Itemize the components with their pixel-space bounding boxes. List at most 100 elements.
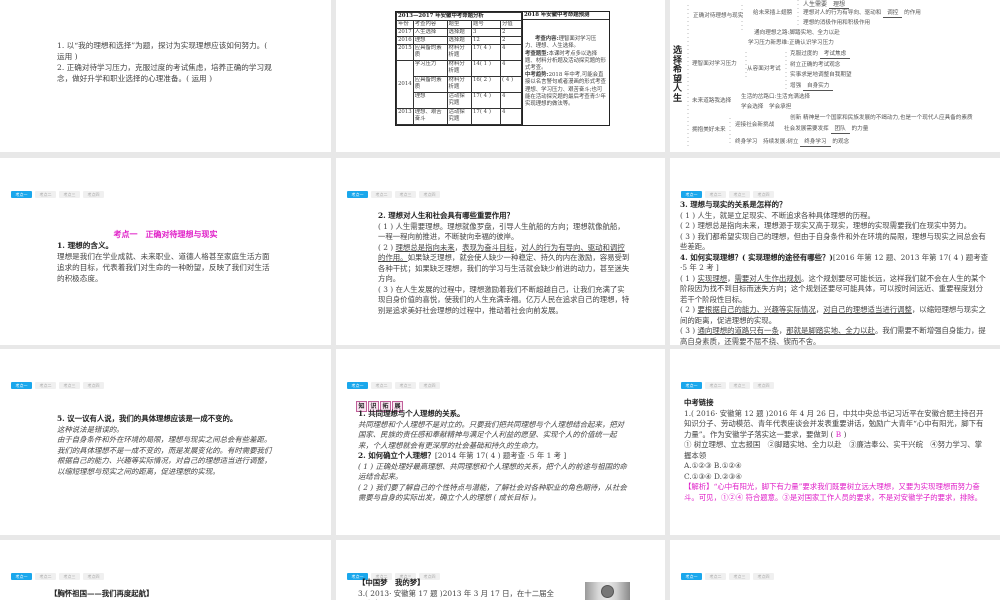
slide-r1c1[interactable]: 1. 以“我的理想和选择”为题，探讨为实现理想应该如何努力。( 运用 ) 2. 正… xyxy=(0,0,331,152)
paragraph: ( 3 ) 我们都希望实现自己的理想，但由于自身条件和外在环境的局限，理想与现实… xyxy=(680,232,990,253)
tab-kaodian-2[interactable]: 考点二 xyxy=(371,382,392,389)
underlined-text: 需要对人生作出规划 xyxy=(734,273,802,283)
tab-kaodian-4[interactable]: 考点四 xyxy=(419,191,440,198)
slide-r4c3[interactable]: 考点一 考点二 考点三 考点四 xyxy=(670,540,1000,600)
tab-kaodian-2[interactable]: 考点二 xyxy=(35,191,56,198)
tab-kaodian-3[interactable]: 考点三 xyxy=(729,191,750,198)
tab-kaodian-1[interactable]: 考点一 xyxy=(681,191,702,198)
slide-r2c2[interactable]: 考点一 考点二 考点三 考点四 2. 理想对人生和社会具有哪些重要作用？ ( 1 ) 人… xyxy=(336,158,665,345)
underlined-text: 通向理想的道路只有一条 xyxy=(697,326,779,335)
table-row: 2017 人生选择 选择题 3 2 xyxy=(396,28,522,37)
tab-kaodian-4[interactable]: 考点四 xyxy=(753,382,774,389)
tab-kaodian-1[interactable]: 考点一 xyxy=(11,191,32,198)
paragraph: ( 1 ) 人生，就是立足现实、不断追求各种具体理想的历程。 xyxy=(680,211,990,222)
tab-kaodian-4[interactable]: 考点四 xyxy=(83,382,104,389)
slide-text: 1. 以“我的理想和选择”为题，探讨为实现理想应该如何努力。( 运用 ) 2. 正… xyxy=(57,40,275,84)
slide-r2c1[interactable]: 考点一 考点二 考点三 考点四 考点一 正确对待理想与现实 1. 理想的含义。 理想是我… xyxy=(0,158,331,345)
paragraph: ( 3 ) 通向理想的道路只有一条，那就是脚踏实地、全力以赴。我们需要不断增强自… xyxy=(680,326,990,345)
slide-r4c2[interactable]: 考点一 考点二 考点三 考点四 【中国梦 我的梦】 3.( 2013· 安徽第 17 题… xyxy=(336,540,665,600)
paragraph: 【胸怀祖国——我们再度起航】 xyxy=(50,589,300,600)
paragraph: ( 1 ) 人生需要理想。理想就像罗盘，引导人生航船的方向；理想就像航船，一程一… xyxy=(378,222,630,243)
slide-r1c3[interactable] xyxy=(670,0,1000,152)
tab-kaodian-4[interactable]: 考点四 xyxy=(83,191,104,198)
paragraph: 1. 以“我的理想和选择”为题，探讨为实现理想应该如何努力。( 运用 ) xyxy=(57,40,275,62)
paragraph: 这种说法是错误的。 xyxy=(57,425,273,436)
slide-r3c1[interactable]: 考点一 考点二 考点三 考点四 5. 议一议有人说，我们的具体理想应该是一成不变的。这… xyxy=(0,349,331,535)
paragraph: ( 1 ) 正确处理好最高理想、共同理想和个人理想的关系，把个人的前途与祖国的命… xyxy=(358,462,630,483)
text-segment: ( 2 ) xyxy=(378,242,396,252)
text-segment: 2. 正确对待学习压力，克服过度的考试焦虑，培养正确的学习观念，做好升学和职业选… xyxy=(57,63,272,83)
tab-kaodian-3[interactable]: 考点三 xyxy=(59,382,80,389)
slide-text: 1. 共同理想与个人理想的关系。 共同理想和个人理想不是对立的。只要我们把共同理想… xyxy=(358,409,630,504)
slide-r2c3[interactable]: 考点一 考点二 考点三 考点四 3. 理想与现实的关系是怎样的？ ( 1 ) 人生，就是… xyxy=(670,158,1000,345)
text-segment: 共同理想和个人理想不是对立的。只要我们把共同理想与个人理想结合起来，把对国家、民… xyxy=(358,419,625,450)
slide-r1c2[interactable]: 2013—2017 年安徽中考命题分析 年份 考查内容 题型 题号 分值 201… xyxy=(336,0,665,152)
tab-kaodian-4[interactable]: 考点四 xyxy=(419,382,440,389)
tab-bar: 考点一 考点二 考点三 考点四 xyxy=(11,573,104,580)
tab-kaodian-1[interactable]: 考点一 xyxy=(11,573,32,580)
tab-kaodian-1[interactable]: 考点一 xyxy=(11,382,32,389)
paragraph: 2. 正确对待学习压力，克服过度的考试焦虑，培养正确的学习观念，做好升学和职业选… xyxy=(57,62,275,84)
slide-text: 中考链接 1.( 2016· 安徽第 12 题 )2016 年 4 月 26 日，… xyxy=(684,398,986,503)
paragraph: 2. 理想对人生和社会具有哪些重要作用？ xyxy=(378,211,630,222)
paragraph: C.①③④ D.②③④ xyxy=(684,472,986,483)
underlined-text: 表现为奋斗目标 xyxy=(462,242,514,252)
text-segment: 这种说法是错误的。 xyxy=(57,424,124,434)
tab-kaodian-2[interactable]: 考点二 xyxy=(705,191,726,198)
tab-kaodian-1[interactable]: 考点一 xyxy=(347,382,368,389)
paragraph: 由于自身条件和外在环境的局限，理想与现实之间总会有些差距。我们的具体理想不是一成… xyxy=(57,435,273,477)
paragraph: 4. 如何实现理想？( 实现理想的途径有哪些？)[2016 年第 12 题、20… xyxy=(680,253,990,274)
paragraph: ( 2 ) 理想总是指向未来，理想源于现实又高于现实，理想的实现需要我们在现实中… xyxy=(680,221,990,232)
paragraph: ( 3 ) 在人生发展的过程中，理想激励着我们不断超越自己，让我们充满了实现自身… xyxy=(378,285,630,317)
paragraph: 【中国梦 我的梦】 xyxy=(358,578,558,589)
tab-kaodian-2[interactable]: 考点二 xyxy=(705,382,726,389)
paragraph: A.①②③ B.①②④ xyxy=(684,461,986,472)
paragraph: 5. 议一议有人说，我们的具体理想应该是一成不变的。 xyxy=(57,414,273,425)
heading: 3. 理想与现实的关系是怎样的？ xyxy=(680,200,787,209)
table-row: 2015 应具备的素质 材料分析题 17( 4 ) 4 xyxy=(396,44,522,61)
tab-kaodian-4[interactable]: 考点四 xyxy=(753,573,774,580)
tab-kaodian-3[interactable]: 考点三 xyxy=(59,191,80,198)
tab-bar: 考点一 考点二 考点三 考点四 xyxy=(347,191,440,198)
highlight-text: 【解析】“心中有阳光，脚下有力量”要求我们既要树立远大理想，又要为实现理想而努力… xyxy=(684,482,982,502)
tab-kaodian-3[interactable]: 考点三 xyxy=(59,573,80,580)
text-segment: ) xyxy=(841,429,847,439)
table-row: 理想 活动探究题 17( 4 ) 4 xyxy=(397,92,522,109)
tab-kaodian-2[interactable]: 考点二 xyxy=(705,573,726,580)
tab-kaodian-1[interactable]: 考点一 xyxy=(681,573,702,580)
underlined-text: 要根据自己的能力、兴趣等实际情况 xyxy=(697,305,816,314)
paragraph: ① 树立理想、立志报国 ②脚踏实地、全力以赴 ③廉洁奉公、实干兴皖 ④努力学习、… xyxy=(684,440,986,461)
table-row: 2016 理想 选择题 12 2 xyxy=(396,36,522,45)
tab-kaodian-3[interactable]: 考点三 xyxy=(729,573,750,580)
slide-text: 3. 理想与现实的关系是怎样的？ ( 1 ) 人生，就是立足现实、不断追求各种具体… xyxy=(680,200,990,345)
slide-text: 2. 理想对人生和社会具有哪些重要作用？ ( 1 ) 人生需要理想。理想就像罗盘，… xyxy=(378,211,630,316)
heading: 2. 理想对人生和社会具有哪些重要作用？ xyxy=(378,211,514,220)
tab-kaodian-2[interactable]: 考点二 xyxy=(371,191,392,198)
tab-kaodian-3[interactable]: 考点三 xyxy=(395,191,416,198)
tab-kaodian-1[interactable]: 考点一 xyxy=(681,382,702,389)
paragraph: ( 2 ) 我们要了解自己的个性特点与潜能，了解社会对各种职业的角色期待，从社会… xyxy=(358,483,630,504)
slide-r3c2[interactable]: 考点一 考点二 考点三 考点四 知识拓展 1. 共同理想与个人理想的关系。 共同理想和个… xyxy=(336,349,665,535)
text-segment: C.①③④ D.②③④ xyxy=(684,471,742,481)
heading: 1. 理想的含义。 xyxy=(57,241,114,250)
tab-kaodian-4[interactable]: 考点四 xyxy=(753,191,774,198)
paragraph: 1. 共同理想与个人理想的关系。 xyxy=(358,409,630,420)
table-row: 应具备的素质 材料分析题 16( 2 )( 4 ) xyxy=(397,76,522,93)
paragraph: 1.( 2016· 安徽第 12 题 )2016 年 4 月 26 日，中共中央… xyxy=(684,409,986,441)
tab-bar: 考点一 考点二 考点三 考点四 xyxy=(681,573,774,580)
underlined-text: 理想总是指向未来 xyxy=(395,242,455,252)
slide-r4c1[interactable]: 考点一 考点二 考点三 考点四 【胸怀祖国——我们再度起航】 xyxy=(0,540,331,600)
tab-kaodian-3[interactable]: 考点三 xyxy=(395,382,416,389)
tab-kaodian-2[interactable]: 考点二 xyxy=(35,573,56,580)
text-segment: ( 3 ) xyxy=(680,326,698,335)
text-segment: ( 3 ) 在人生发展的过程中，理想激励着我们不断超越自己，让我们充满了实现自身… xyxy=(378,284,630,315)
tab-kaodian-3[interactable]: 考点三 xyxy=(729,382,750,389)
text-segment: 3.( 2013· 安徽第 17 题 )2013 年 3 月 17 日，在十二届… xyxy=(358,588,554,600)
text-segment: ， xyxy=(727,273,735,283)
tab-kaodian-2[interactable]: 考点二 xyxy=(35,382,56,389)
slide-r3c3[interactable]: 考点一 考点二 考点三 考点四 中考链接 1.( 2016· 安徽第 12 题 )201… xyxy=(670,349,1000,535)
tab-kaodian-4[interactable]: 考点四 xyxy=(83,573,104,580)
paragraph: 理想是我们在学业成就、未来职业、道德人格甚至家庭生活方面追求的目标，代表着我们对… xyxy=(57,251,275,284)
table-row: 2013 理想、艰苦奋斗 活动探究题 17( 4 ) 4 xyxy=(396,108,522,125)
tab-kaodian-1[interactable]: 考点一 xyxy=(347,191,368,198)
